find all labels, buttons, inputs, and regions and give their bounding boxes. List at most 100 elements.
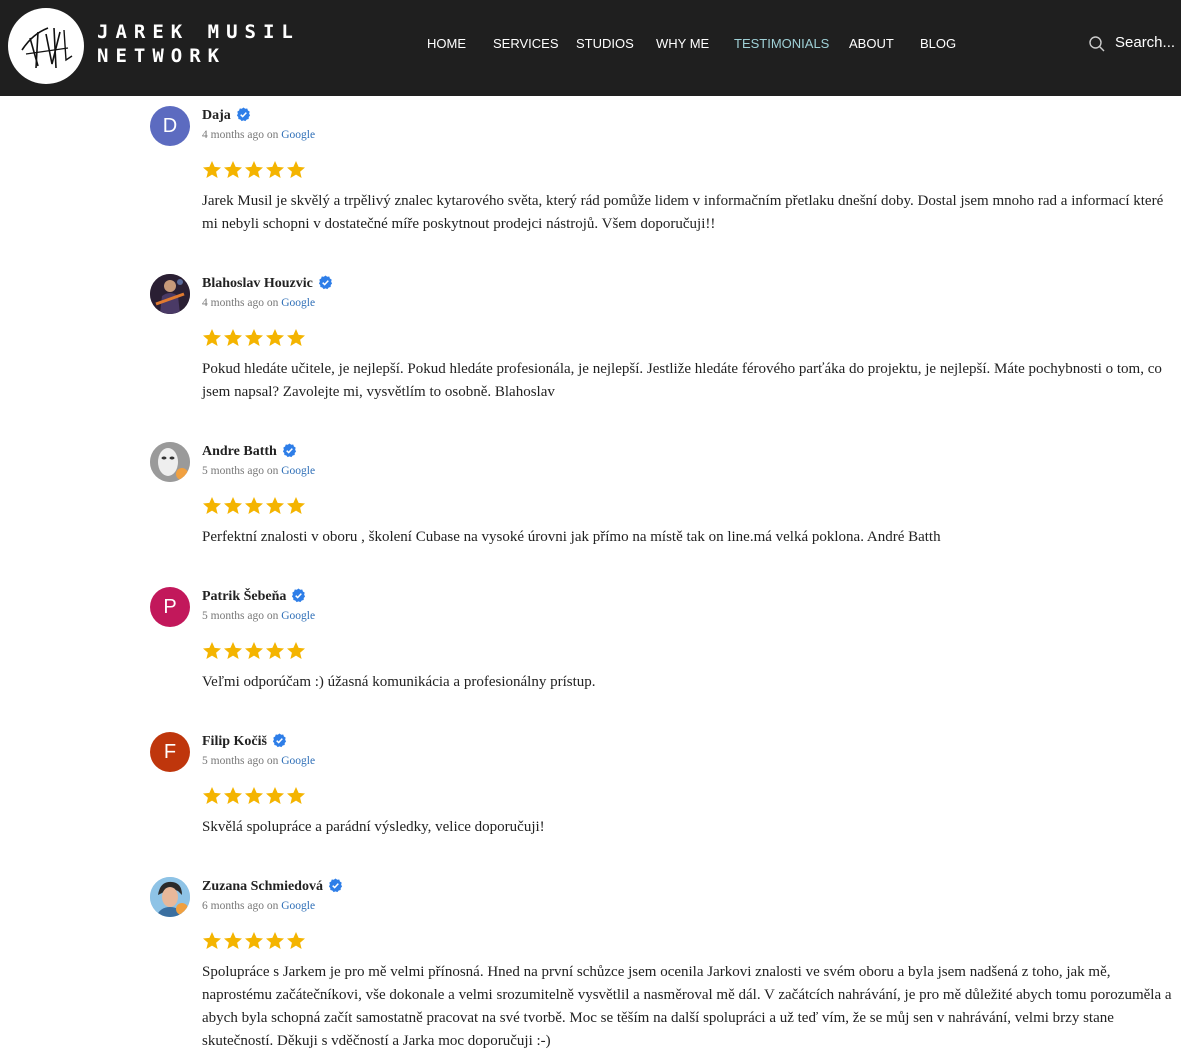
reviewer-name-row: Zuzana Schmiedová — [202, 877, 343, 897]
review-card: Zuzana Schmiedová 6 months ago on Google… — [150, 877, 1180, 1049]
review-text: Skvělá spolupráce a parádní výsledky, ve… — [202, 819, 545, 835]
review-meta: 5 months ago on Google — [202, 465, 315, 477]
reviewer-name-row: Patrik Šebeňa — [202, 587, 306, 607]
review-text: Pokud hledáte učitele, je nejlepší. Poku… — [202, 361, 1162, 400]
star-icon — [224, 787, 242, 804]
review-on: on — [266, 900, 279, 912]
verified-badge-icon — [318, 275, 332, 290]
star-icon — [203, 329, 221, 346]
review-time: 5 months ago — [202, 755, 264, 767]
star-icon — [266, 161, 284, 178]
star-icon — [266, 642, 284, 659]
star-icon — [245, 161, 263, 178]
star-icon — [203, 161, 221, 178]
brand-line-2: NETWORK — [97, 45, 227, 67]
avatar: D — [150, 106, 190, 146]
star-icon — [287, 497, 305, 514]
star-icon — [287, 329, 305, 346]
guitarist-photo-icon — [150, 274, 190, 314]
review-text: Spolupráce s Jarkem je pro mě velmi přín… — [202, 964, 1172, 1049]
star-rating — [202, 641, 307, 661]
star-rating — [202, 496, 307, 516]
reviewer-name[interactable]: Zuzana Schmiedová — [202, 879, 323, 894]
star-icon — [203, 642, 221, 659]
verified-badge-icon — [236, 107, 250, 122]
star-icon — [266, 932, 284, 949]
verified-badge-icon — [272, 733, 287, 748]
reviewer-name-row: Filip Kočiš — [202, 732, 287, 752]
review-meta: 5 months ago on Google — [202, 755, 315, 767]
nav-home[interactable]: HOME — [427, 36, 466, 51]
star-icon — [224, 642, 242, 659]
star-icon — [224, 932, 242, 949]
source-link[interactable]: Google — [281, 465, 315, 477]
star-icon — [224, 161, 242, 178]
star-rating — [202, 160, 307, 180]
reviewer-name-row: Daja — [202, 106, 251, 126]
verified-badge-icon — [328, 878, 343, 893]
star-icon — [245, 932, 263, 949]
search-icon[interactable] — [1088, 35, 1106, 53]
review-on: on — [266, 297, 279, 309]
review-time: 5 months ago — [202, 610, 264, 622]
star-icon — [245, 642, 263, 659]
review-on: on — [266, 610, 279, 622]
star-icon — [245, 329, 263, 346]
star-icon — [203, 932, 221, 949]
star-icon — [266, 329, 284, 346]
star-icon — [266, 787, 284, 804]
nav-studios[interactable]: STUDIOS — [576, 36, 634, 51]
logo[interactable] — [8, 8, 84, 84]
star-rating — [202, 931, 307, 951]
reviewer-name-row: Blahoslav Houzvic — [202, 274, 333, 294]
nav-testimonials[interactable]: TESTIMONIALS — [734, 36, 829, 51]
woman-photo-icon — [150, 877, 190, 917]
avatar — [150, 877, 190, 917]
source-link[interactable]: Google — [281, 755, 315, 767]
nav-blog[interactable]: BLOG — [920, 36, 956, 51]
reviewer-name[interactable]: Blahoslav Houzvic — [202, 276, 313, 291]
review-meta: 5 months ago on Google — [202, 610, 315, 622]
nav-about[interactable]: ABOUT — [849, 36, 894, 51]
review-on: on — [266, 465, 279, 477]
reviewer-name[interactable]: Patrik Šebeňa — [202, 589, 286, 604]
reviewer-name[interactable]: Filip Kočiš — [202, 734, 267, 749]
reviewer-name[interactable]: Andre Batth — [202, 444, 277, 459]
source-link[interactable]: Google — [281, 610, 315, 622]
star-icon — [287, 932, 305, 949]
review-time: 5 months ago — [202, 465, 264, 477]
logo-monogram-icon — [21, 27, 73, 69]
review-text: Jarek Musil je skvělý a trpělivý znalec … — [202, 193, 1164, 232]
review-text: Perfektní znalosti v oboru , školení Cub… — [202, 529, 941, 545]
source-link[interactable]: Google — [281, 129, 315, 141]
brand-line-1: JAREK MUSIL — [97, 21, 300, 43]
star-icon — [224, 497, 242, 514]
review-meta: 6 months ago on Google — [202, 900, 315, 912]
site-header: JAREK MUSIL NETWORK HOME SERVICES STUDIO… — [0, 0, 1181, 96]
star-icon — [266, 497, 284, 514]
source-link[interactable]: Google — [281, 900, 315, 912]
review-meta: 4 months ago on Google — [202, 129, 315, 141]
star-rating — [202, 328, 307, 348]
reviewer-name[interactable]: Daja — [202, 108, 231, 123]
review-time: 4 months ago — [202, 297, 264, 309]
star-icon — [287, 161, 305, 178]
review-card: F Filip Kočiš 5 months ago on Google Skv… — [150, 732, 1180, 842]
avatar — [150, 442, 190, 482]
nav-why-me[interactable]: WHY ME — [656, 36, 709, 51]
star-icon — [203, 497, 221, 514]
source-link[interactable]: Google — [281, 297, 315, 309]
verified-badge-icon — [292, 588, 306, 603]
star-rating — [202, 786, 307, 806]
review-on: on — [266, 129, 279, 141]
brand-name[interactable]: JAREK MUSIL NETWORK — [97, 20, 300, 68]
star-icon — [287, 642, 305, 659]
review-card: Andre Batth 5 months ago on Google Perfe… — [150, 442, 1180, 552]
search-input[interactable]: Search... — [1115, 34, 1175, 51]
review-time: 4 months ago — [202, 129, 264, 141]
review-meta: 4 months ago on Google — [202, 297, 315, 309]
reviewer-name-row: Andre Batth — [202, 442, 297, 462]
review-text: Veľmi odporúčam :) úžasná komunikácia a … — [202, 674, 596, 690]
star-icon — [224, 329, 242, 346]
nav-services[interactable]: SERVICES — [493, 36, 559, 51]
